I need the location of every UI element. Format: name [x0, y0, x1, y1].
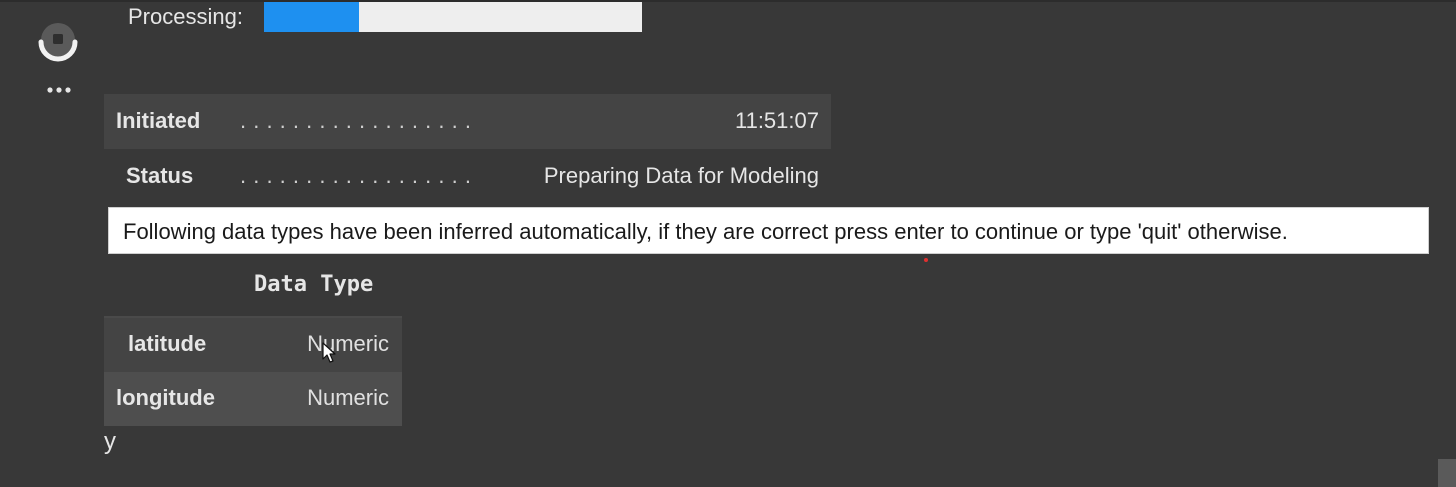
more-horizontal-icon[interactable]	[46, 82, 76, 93]
data-type-header: Data Type	[254, 272, 374, 297]
stop-circle-icon[interactable]	[34, 20, 82, 64]
column-type: Numeric	[307, 331, 389, 356]
column-name: longitude	[116, 385, 215, 410]
info-leader-dots: . . . . . . . . . . . . . . . . . .	[240, 108, 472, 133]
info-value: Preparing Data for Modeling	[543, 163, 819, 188]
info-row-initiated: Initiated . . . . . . . . . . . . . . . …	[104, 94, 831, 149]
info-table: Initiated . . . . . . . . . . . . . . . …	[104, 94, 831, 204]
message-text: Following data types have been inferred …	[123, 219, 1288, 244]
red-dot-marker	[924, 258, 928, 262]
table-row: longitude Numeric	[104, 372, 402, 426]
info-row-status: Status . . . . . . . . . . . . . . . . .…	[104, 149, 831, 204]
processing-label: Processing:	[128, 4, 243, 29]
scrollbar-thumb[interactable]	[1438, 459, 1456, 487]
column-type: Numeric	[307, 385, 389, 410]
info-key: Initiated	[116, 108, 201, 133]
processing-progress: Processing:	[128, 2, 648, 34]
column-name: latitude	[128, 331, 207, 356]
input-echo[interactable]: y	[104, 428, 116, 456]
info-leader-dots: . . . . . . . . . . . . . . . . . .	[240, 163, 472, 188]
progress-bar-fill	[264, 2, 359, 32]
mouse-cursor-icon	[322, 342, 336, 364]
info-value: 11:51:07	[734, 108, 819, 133]
info-key: Status	[126, 163, 194, 188]
progress-bar-track	[264, 2, 642, 32]
cell-run-gutter	[30, 18, 88, 98]
table-row: latitude Numeric	[104, 318, 402, 372]
data-type-table: latitude Numeric longitude Numeric	[104, 316, 402, 426]
message-box: Following data types have been inferred …	[108, 207, 1429, 254]
